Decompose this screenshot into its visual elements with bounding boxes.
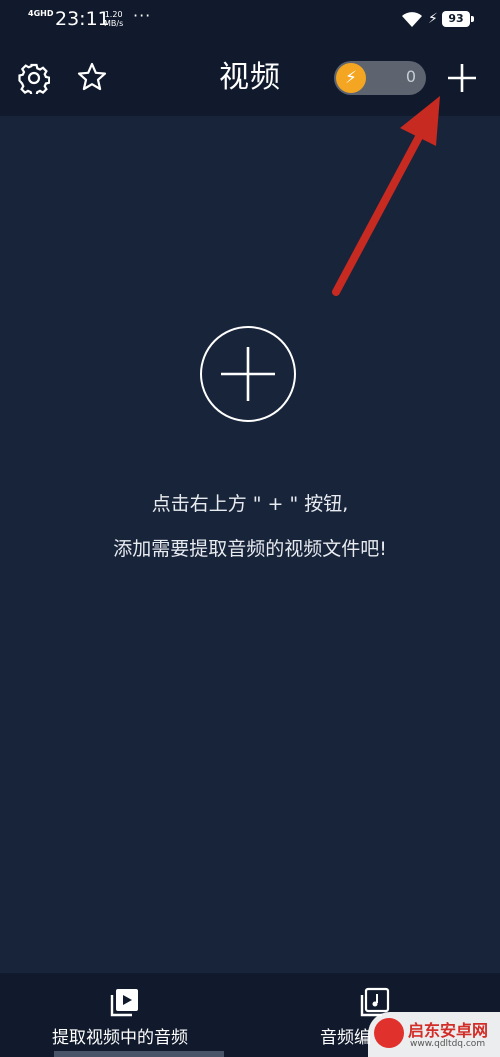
watermark-url: www.qdltdq.com — [410, 1039, 486, 1049]
watermark: 启东安卓网 www.qdltdq.com — [368, 1012, 500, 1057]
nav-active-indicator — [54, 1051, 224, 1057]
watermark-name: 启东安卓网 — [408, 1021, 489, 1040]
nav-extract-audio-label: 提取视频中的音频 — [52, 1028, 188, 1048]
nav-extract-audio[interactable]: 提取视频中的音频 — [50, 973, 200, 1057]
nav-audio-edit-label: 音频编 — [320, 1028, 371, 1048]
watermark-logo — [374, 1018, 404, 1048]
annotation-arrow — [332, 96, 440, 296]
video-play-icon — [110, 989, 138, 1017]
